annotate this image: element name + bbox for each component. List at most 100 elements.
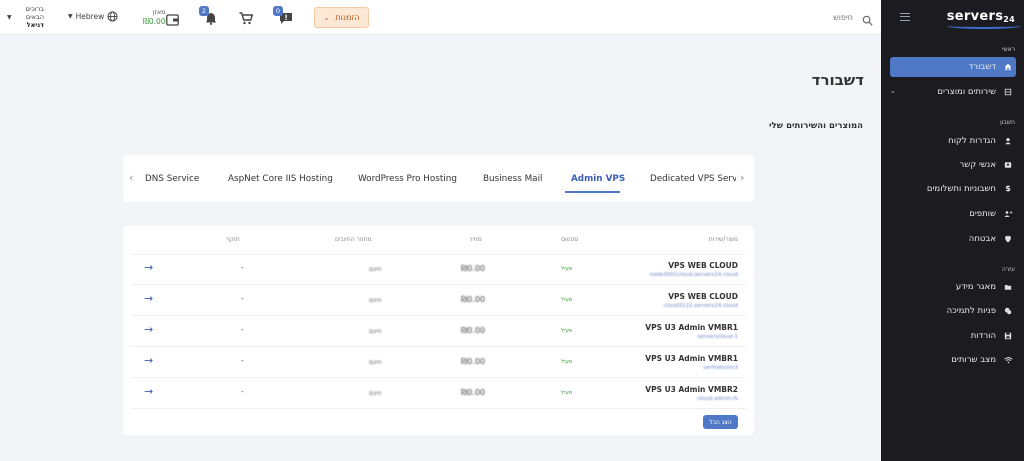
sidebar-item-client-settings[interactable]: הגדרות לקוח bbox=[890, 131, 1016, 150]
expiry-value: - bbox=[241, 325, 244, 334]
sidebar-item-label: מצב שרותים bbox=[951, 354, 996, 365]
price-value: ₪0.00 bbox=[461, 388, 486, 397]
sidebar-item-label: דשבורד bbox=[968, 62, 996, 72]
tab-wordpress-hosting[interactable]: WordPress Pro Hosting bbox=[358, 174, 457, 184]
services-table: מוצר/שירות סטטוס מחיר מחזור החיובים תוקף… bbox=[123, 226, 754, 435]
search-input[interactable] bbox=[733, 10, 853, 24]
box-icon bbox=[1000, 84, 1016, 100]
status-badge: פעיל bbox=[561, 390, 573, 396]
wallet-button[interactable] bbox=[166, 11, 182, 27]
product-domain: cloud3122.servers24.cloud bbox=[663, 303, 738, 309]
table-row[interactable]: VPS U3 Admin VMBR2 cloud-admin-fs פעיל ₪… bbox=[131, 378, 746, 409]
chevron-down-icon: ⌄ bbox=[323, 13, 330, 22]
tab-admin-vps[interactable]: Admin VPS bbox=[571, 174, 625, 184]
column-header-status: סטטוס bbox=[561, 236, 579, 243]
row-divider bbox=[131, 254, 746, 255]
sidebar: servers24 ראשי דשבורד שירותים ומוצרים ⌄ … bbox=[881, 0, 1024, 461]
sidebar-item-dashboard[interactable]: דשבורד bbox=[890, 57, 1016, 77]
billing-cycle: חינם bbox=[369, 389, 382, 397]
sidebar-section-help: עזרה bbox=[1001, 266, 1015, 273]
dollar-icon: $ bbox=[1005, 184, 1011, 193]
product-name: VPS U3 Admin VMBR1 bbox=[645, 354, 738, 363]
status-badge: פעיל bbox=[561, 266, 573, 272]
sidebar-section-main: ראשי bbox=[1002, 46, 1015, 53]
topbar: ⌄ הזמנות 0 2 מאזן ₪0.00 ▼ Hebrew ברוכים … bbox=[0, 0, 881, 35]
sidebar-item-contacts[interactable]: אנשי קשר bbox=[890, 155, 1016, 174]
sidebar-item-service-status[interactable]: מצב שרותים bbox=[890, 350, 1016, 369]
arrow-right-icon[interactable]: → bbox=[144, 323, 153, 336]
sidebar-item-label: אבטחה bbox=[968, 233, 996, 244]
hamburger-menu-icon[interactable] bbox=[900, 13, 910, 21]
product-name: VPS U3 Admin VMBR2 bbox=[645, 385, 738, 394]
expiry-value: - bbox=[241, 387, 244, 396]
table-row[interactable]: VPS WEB CLOUD cloud3122.servers24.cloud … bbox=[131, 285, 746, 316]
column-header-price: מחיר bbox=[469, 236, 482, 243]
user-menu[interactable]: ברוכים הבאים דניאל bbox=[8, 5, 44, 29]
language-selector[interactable]: ▼ Hebrew bbox=[68, 11, 118, 22]
product-name: VPS U3 Admin VMBR1 bbox=[645, 323, 738, 332]
user-menu-caret-icon[interactable]: ▼ bbox=[7, 14, 12, 21]
language-label: Hebrew bbox=[75, 12, 105, 21]
cart-count-badge: 2 bbox=[199, 6, 209, 16]
active-tab-indicator bbox=[565, 191, 620, 193]
sidebar-item-knowledgebase[interactable]: מאגר מידע bbox=[890, 277, 1016, 296]
sidebar-item-invoices[interactable]: $ חשבוניות ותשלומים bbox=[890, 179, 1016, 198]
user-greeting-line2: הבאים bbox=[25, 13, 44, 21]
chevron-down-icon[interactable]: ⌄ bbox=[890, 87, 896, 95]
sidebar-item-label: הגדרות לקוח bbox=[948, 135, 996, 146]
arrow-right-icon[interactable]: → bbox=[144, 385, 153, 398]
sidebar-item-services[interactable]: שירותים ומוצרים ⌄ bbox=[890, 82, 1016, 101]
support-icon bbox=[1000, 303, 1016, 319]
cart-button[interactable] bbox=[239, 10, 255, 26]
sidebar-item-security[interactable]: אבטחה bbox=[890, 229, 1016, 248]
home-icon bbox=[1000, 59, 1016, 75]
product-domain: serverscloud-1 bbox=[697, 334, 738, 340]
sidebar-item-label: אנשי קשר bbox=[959, 159, 996, 170]
billing-cycle: חינם bbox=[369, 327, 382, 335]
user-name: דניאל bbox=[26, 21, 44, 29]
tabs-scroll-left-icon[interactable]: ‹ bbox=[129, 171, 133, 184]
save-icon bbox=[1000, 328, 1016, 344]
sidebar-item-support[interactable]: פניות לתמיכה bbox=[890, 301, 1016, 320]
sidebar-item-partners[interactable]: שותפים bbox=[890, 204, 1016, 223]
tab-dns-service[interactable]: DNS Service bbox=[145, 174, 199, 184]
tabs-scroll-right-icon[interactable]: › bbox=[740, 171, 744, 184]
sidebar-item-downloads[interactable]: הורדות bbox=[890, 326, 1016, 345]
billing-cycle: חינם bbox=[369, 265, 382, 273]
user-icon bbox=[1000, 133, 1016, 149]
arrow-right-icon[interactable]: → bbox=[144, 261, 153, 274]
table-row[interactable]: VPS WEB CLOUD node3001cloud.servers24.cl… bbox=[131, 254, 746, 285]
table-row[interactable]: VPS U3 Admin VMBR1 serverscloud-1 פעיל ₪… bbox=[131, 316, 746, 347]
table-row[interactable]: VPS U3 Admin VMBR1 serfnetcom3 פעיל ₪0.0… bbox=[131, 347, 746, 378]
user-greeting-line1: ברוכים bbox=[25, 5, 44, 13]
cart-icon bbox=[239, 12, 254, 25]
sidebar-header: servers24 bbox=[881, 8, 1024, 30]
sidebar-item-label: פניות לתמיכה bbox=[946, 305, 996, 316]
product-domain: cloud-admin-fs bbox=[697, 396, 738, 402]
partners-icon bbox=[1000, 206, 1016, 222]
wallet-balance: מאזן ₪0.00 bbox=[143, 8, 166, 26]
arrow-right-icon[interactable]: → bbox=[144, 354, 153, 367]
logo[interactable]: servers24 bbox=[946, 9, 1021, 29]
page-title: דשבורד bbox=[811, 71, 864, 89]
wallet-label: מאזן bbox=[152, 8, 166, 16]
product-domain: node3001cloud.servers24.cloud bbox=[649, 272, 738, 278]
search-icon[interactable] bbox=[862, 11, 873, 26]
tab-dedicated-vps[interactable]: Dedicated VPS Serve bbox=[650, 174, 736, 184]
orders-dropdown-button[interactable]: ⌄ הזמנות bbox=[314, 7, 369, 28]
alerts-button[interactable]: 2 bbox=[199, 6, 221, 26]
show-all-button[interactable]: הצג הכל bbox=[703, 415, 738, 429]
product-name: VPS WEB CLOUD bbox=[668, 292, 738, 301]
notifications-count-badge: 0 bbox=[273, 6, 283, 16]
arrow-right-icon[interactable]: → bbox=[144, 292, 153, 305]
notifications-button[interactable]: 0 bbox=[273, 6, 295, 26]
logo-swoosh bbox=[946, 23, 1021, 29]
wifi-icon bbox=[1000, 352, 1016, 368]
wallet-icon bbox=[166, 14, 179, 26]
tab-business-mail[interactable]: Business Mail bbox=[483, 174, 542, 184]
orders-label: הזמנות bbox=[335, 13, 360, 22]
sidebar-item-label: חשבוניות ותשלומים bbox=[926, 183, 996, 194]
status-badge: פעיל bbox=[561, 297, 573, 303]
tab-aspnet-hosting[interactable]: AspNet Core IIS Hosting bbox=[228, 174, 333, 184]
logo-text: servers bbox=[946, 9, 1004, 24]
